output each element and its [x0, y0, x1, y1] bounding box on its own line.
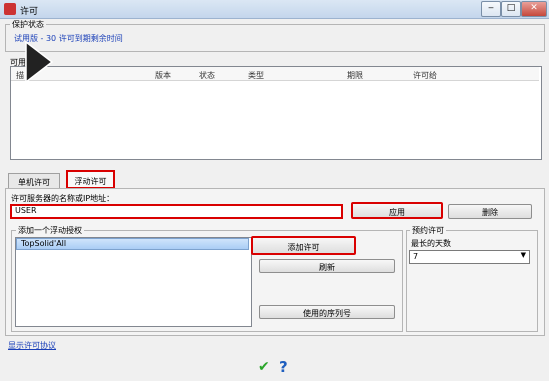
list-item[interactable]: TopSolid'All	[16, 238, 249, 250]
refresh-button[interactable]: 刷新	[259, 259, 395, 273]
mouse-cursor-icon	[25, 40, 54, 84]
max-days-label: 最长的天数	[411, 239, 451, 248]
floating-license-list[interactable]	[15, 237, 252, 327]
tab-floating-license[interactable]: 浮动许可	[66, 170, 115, 189]
maximize-button[interactable]: □	[501, 1, 521, 17]
close-button[interactable]: ✕	[521, 1, 547, 17]
protection-title: 保护状态	[10, 19, 46, 30]
chevron-down-icon: ▼	[520, 251, 526, 259]
column-header[interactable]: 期限	[347, 70, 363, 81]
delete-button[interactable]: 删除	[448, 204, 532, 219]
floating-license-title: 添加一个浮动授权	[16, 225, 84, 236]
used-serial-button[interactable]: 使用的序列号	[259, 305, 395, 319]
title-bar	[0, 0, 549, 19]
column-header[interactable]: 类型	[248, 70, 264, 81]
window-title: 许可	[20, 7, 39, 17]
max-days-value: 7	[413, 252, 419, 261]
app-icon	[4, 3, 16, 15]
reserved-license-title: 预约许可	[410, 225, 446, 236]
server-label: 许可服务器的名称或IP地址：	[11, 194, 115, 203]
server-input[interactable]: USER	[10, 204, 343, 219]
license-list-header	[11, 67, 539, 81]
max-days-select[interactable]: 7 ▼	[409, 250, 530, 264]
column-header[interactable]: 状态	[199, 70, 215, 81]
add-license-button[interactable]: 添加许可	[251, 236, 356, 255]
apply-button[interactable]: 应用	[351, 202, 443, 219]
license-agreement-link[interactable]: 显示许可协议	[8, 340, 56, 351]
tab-single-license[interactable]: 单机许可	[8, 173, 60, 188]
column-header[interactable]: 许可给	[413, 70, 437, 81]
ok-check-icon[interactable]: ✔	[258, 359, 270, 375]
column-header[interactable]: 版本	[155, 70, 171, 81]
minimize-button[interactable]: ‒	[481, 1, 501, 17]
help-icon[interactable]: ?	[279, 358, 288, 376]
